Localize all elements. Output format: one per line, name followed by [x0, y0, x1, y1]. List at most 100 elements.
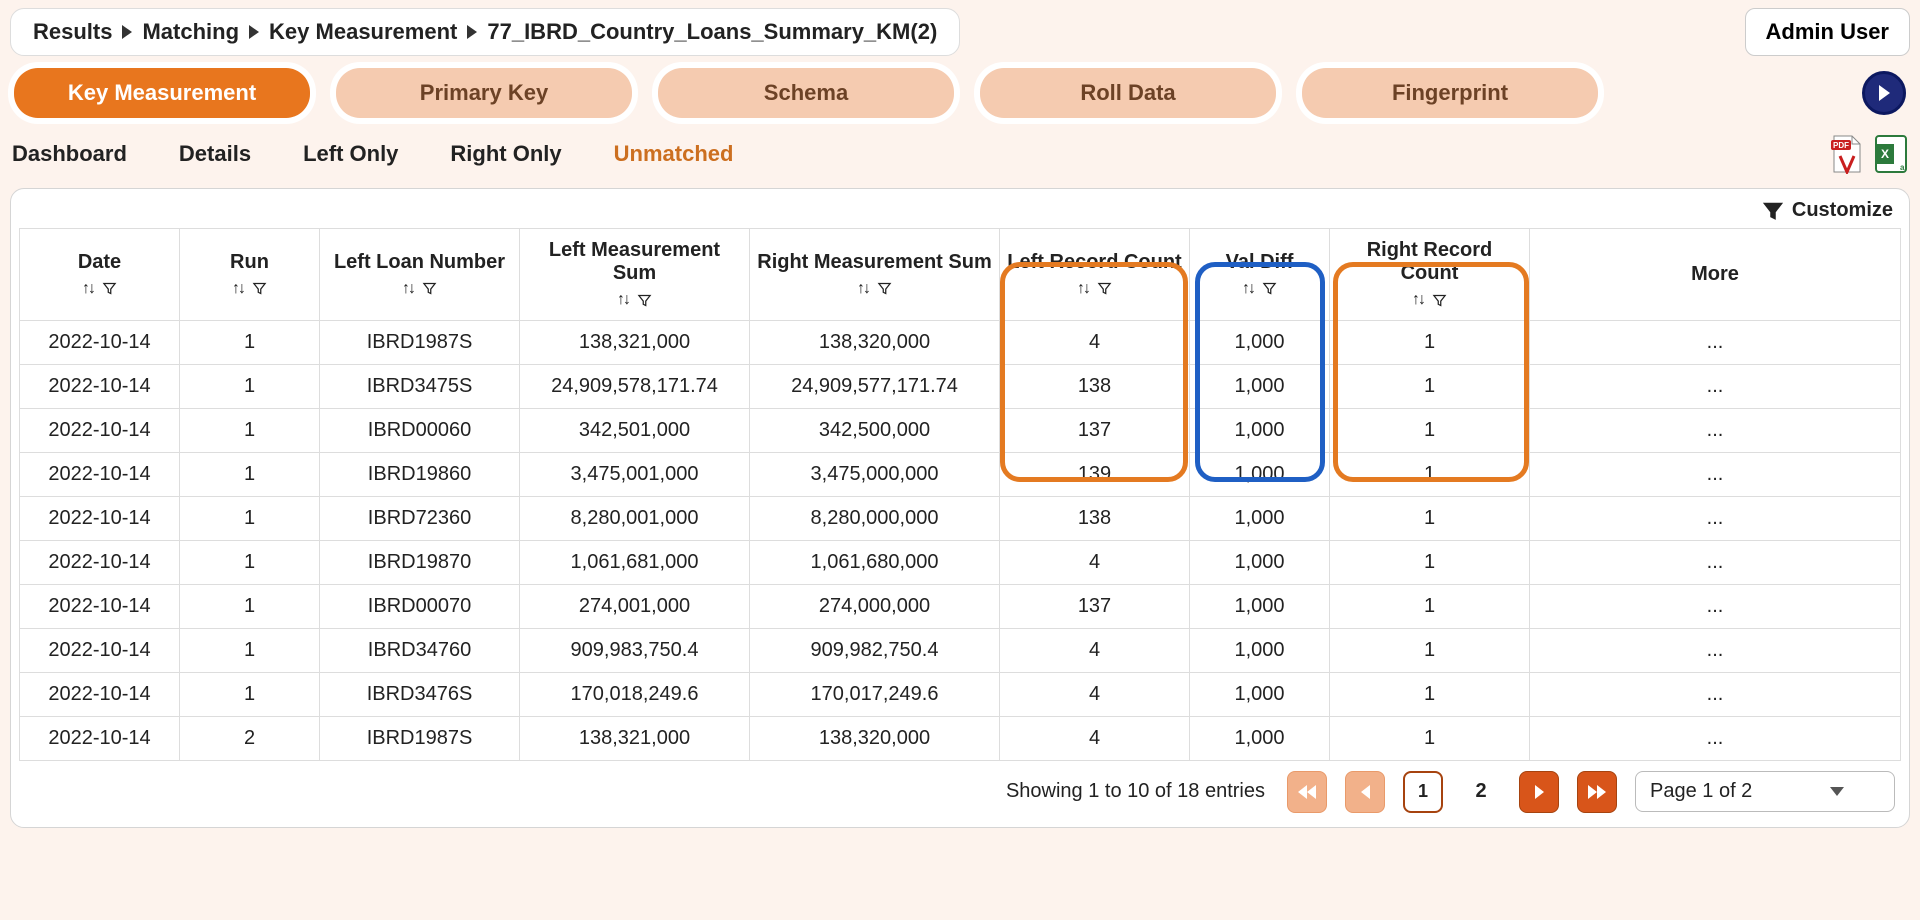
filter-icon[interactable]	[102, 277, 117, 300]
tab-key-measurement[interactable]: Key Measurement	[14, 68, 310, 118]
table-cell: 8,280,001,000	[520, 496, 750, 540]
table-cell[interactable]: ...	[1530, 716, 1901, 760]
column-header-label: Right Measurement Sum	[756, 251, 993, 274]
pager-first-button[interactable]	[1287, 771, 1327, 813]
sort-icon[interactable]: ↑↓	[232, 280, 244, 298]
breadcrumb[interactable]: Results Matching Key Measurement 77_IBRD…	[10, 8, 960, 56]
table-cell: 1	[180, 496, 320, 540]
table-cell: 24,909,578,171.74	[520, 364, 750, 408]
table-cell[interactable]: ...	[1530, 320, 1901, 364]
table-cell: 4	[1000, 672, 1190, 716]
table-cell: 342,500,000	[750, 408, 1000, 452]
sort-filter-controls[interactable]: ↑↓	[1077, 277, 1112, 300]
column-header[interactable]: Date ↑↓	[20, 229, 180, 321]
table-row[interactable]: 2022-10-141IBRD198701,061,681,0001,061,6…	[20, 540, 1901, 584]
table-cell: 138,321,000	[520, 320, 750, 364]
admin-user-button[interactable]: Admin User	[1745, 8, 1910, 56]
table-cell: IBRD1987S	[320, 320, 520, 364]
sort-filter-controls[interactable]: ↑↓	[232, 277, 267, 300]
column-header[interactable]: Left Record Count ↑↓	[1000, 229, 1190, 321]
sort-icon[interactable]: ↑↓	[1077, 280, 1089, 298]
table-cell: 2022-10-14	[20, 320, 180, 364]
tab-primary-key[interactable]: Primary Key	[336, 68, 632, 118]
sort-icon[interactable]: ↑↓	[402, 280, 414, 298]
column-header[interactable]: Left Loan Number↑↓	[320, 229, 520, 321]
subtab-left-only[interactable]: Left Only	[303, 141, 398, 167]
table-cell: 137	[1000, 408, 1190, 452]
sort-icon[interactable]: ↑↓	[1242, 280, 1254, 298]
table-row[interactable]: 2022-10-141IBRD1987S138,321,000138,320,0…	[20, 320, 1901, 364]
export-excel-icon[interactable]: Xa,	[1874, 134, 1908, 174]
pager-last-button[interactable]	[1577, 771, 1617, 813]
column-header[interactable]: Val Diff↑↓	[1190, 229, 1330, 321]
filter-icon[interactable]	[1262, 277, 1277, 300]
subtab-right-only[interactable]: Right Only	[450, 141, 561, 167]
table-row[interactable]: 2022-10-141IBRD34760909,983,750.4909,982…	[20, 628, 1901, 672]
subtab-unmatched[interactable]: Unmatched	[614, 141, 734, 167]
tab-schema[interactable]: Schema	[658, 68, 954, 118]
table-cell[interactable]: ...	[1530, 364, 1901, 408]
table-cell: IBRD3475S	[320, 364, 520, 408]
breadcrumb-item[interactable]: Results	[33, 19, 112, 45]
sort-filter-controls[interactable]: ↑↓	[1412, 289, 1447, 312]
column-header[interactable]: More	[1530, 229, 1901, 321]
column-header[interactable]: Right Record Count↑↓	[1330, 229, 1530, 321]
table-row[interactable]: 2022-10-141IBRD00070274,001,000274,000,0…	[20, 584, 1901, 628]
column-header-label: Date	[26, 251, 173, 274]
breadcrumb-item[interactable]: 77_IBRD_Country_Loans_Summary_KM(2)	[487, 19, 937, 45]
filter-icon[interactable]	[1097, 277, 1112, 300]
breadcrumb-item[interactable]: Key Measurement	[269, 19, 457, 45]
table-cell[interactable]: ...	[1530, 496, 1901, 540]
table-cell[interactable]: ...	[1530, 452, 1901, 496]
customize-button[interactable]: Customize	[1792, 199, 1893, 222]
pager-page-1[interactable]: 1	[1403, 771, 1443, 813]
sort-filter-controls[interactable]: ↑↓	[617, 289, 652, 312]
table-cell[interactable]: ...	[1530, 672, 1901, 716]
subtab-dashboard[interactable]: Dashboard	[12, 141, 127, 167]
tab-roll-data[interactable]: Roll Data	[980, 68, 1276, 118]
column-header[interactable]: Run↑↓	[180, 229, 320, 321]
table-row[interactable]: 2022-10-141IBRD3475S24,909,578,171.7424,…	[20, 364, 1901, 408]
table-row[interactable]: 2022-10-142IBRD1987S138,321,000138,320,0…	[20, 716, 1901, 760]
tab-fingerprint[interactable]: Fingerprint	[1302, 68, 1598, 118]
pager-prev-button[interactable]	[1345, 771, 1385, 813]
filter-icon[interactable]	[1762, 200, 1784, 222]
page-select-dropdown[interactable]: Page 1 of 2	[1635, 771, 1895, 812]
export-pdf-icon[interactable]: PDF	[1830, 134, 1864, 174]
table-cell: 1	[180, 452, 320, 496]
table-cell: 2022-10-14	[20, 364, 180, 408]
table-row[interactable]: 2022-10-141IBRD00060342,501,000342,500,0…	[20, 408, 1901, 452]
sort-icon[interactable]: ↑↓	[82, 280, 94, 298]
pager-next-button[interactable]	[1519, 771, 1559, 813]
table-cell: 24,909,577,171.74	[750, 364, 1000, 408]
sort-filter-controls[interactable]: ↑↓	[82, 277, 117, 300]
filter-icon[interactable]	[422, 277, 437, 300]
table-cell: 8,280,000,000	[750, 496, 1000, 540]
table-row[interactable]: 2022-10-141IBRD3476S170,018,249.6170,017…	[20, 672, 1901, 716]
breadcrumb-item[interactable]: Matching	[142, 19, 239, 45]
column-header[interactable]: Right Measurement Sum ↑↓	[750, 229, 1000, 321]
sort-icon[interactable]: ↑↓	[617, 291, 629, 309]
subtab-details[interactable]: Details	[179, 141, 251, 167]
table-cell: IBRD1987S	[320, 716, 520, 760]
pager-page-2[interactable]: 2	[1461, 771, 1501, 813]
table-row[interactable]: 2022-10-141IBRD723608,280,001,0008,280,0…	[20, 496, 1901, 540]
sort-filter-controls[interactable]: ↑↓	[402, 277, 437, 300]
filter-icon[interactable]	[637, 289, 652, 312]
column-header-label: Left Record Count	[1006, 251, 1183, 274]
table-cell[interactable]: ...	[1530, 540, 1901, 584]
sort-icon[interactable]: ↑↓	[857, 280, 869, 298]
sort-icon[interactable]: ↑↓	[1412, 291, 1424, 309]
table-cell: 1,000	[1190, 628, 1330, 672]
table-cell[interactable]: ...	[1530, 408, 1901, 452]
sort-filter-controls[interactable]: ↑↓	[1242, 277, 1277, 300]
sort-filter-controls[interactable]: ↑↓	[857, 277, 892, 300]
column-header[interactable]: Left Measurement Sum↑↓	[520, 229, 750, 321]
next-tabs-button[interactable]	[1862, 71, 1906, 115]
table-cell[interactable]: ...	[1530, 628, 1901, 672]
filter-icon[interactable]	[252, 277, 267, 300]
table-row[interactable]: 2022-10-141IBRD198603,475,001,0003,475,0…	[20, 452, 1901, 496]
filter-icon[interactable]	[877, 277, 892, 300]
filter-icon[interactable]	[1432, 289, 1447, 312]
table-cell[interactable]: ...	[1530, 584, 1901, 628]
